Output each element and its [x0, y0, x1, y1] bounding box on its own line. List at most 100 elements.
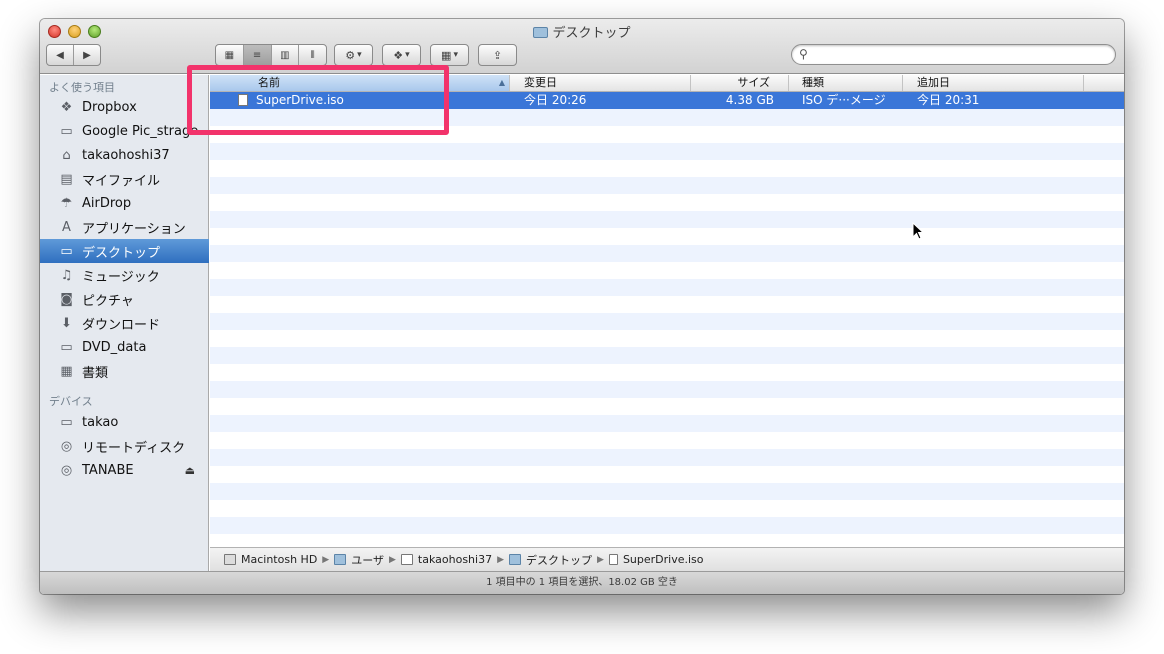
sidebar-item-downloads[interactable]: ⬇ ダウンロード: [40, 311, 209, 335]
column-kind[interactable]: 種類: [789, 75, 903, 91]
empty-row: [210, 194, 1124, 211]
sidebar-item-google-pic[interactable]: ▭ Google Pic_strage: [40, 119, 209, 143]
share-button[interactable]: ⇪: [478, 44, 517, 66]
file-size-cell: 4.38 GB: [725, 93, 774, 107]
path-bar: Macintosh HD ▶ ユーザ ▶ takaohoshi37 ▶ デスクト…: [210, 547, 1124, 571]
sidebar-item-label: Dropbox: [82, 99, 137, 115]
column-view-button[interactable]: ▥: [272, 45, 300, 65]
path-item-desktop[interactable]: デスクトップ: [509, 552, 592, 568]
empty-row: [210, 330, 1124, 347]
empty-row: [210, 228, 1124, 245]
empty-row: [210, 347, 1124, 364]
sidebar-item-label: ピクチャ: [82, 293, 134, 309]
forward-button[interactable]: ▶: [74, 45, 100, 65]
folder-icon: [509, 554, 522, 565]
path-item-home[interactable]: takaohoshi37: [400, 553, 492, 566]
sidebar-item-label: Google Pic_strage: [82, 123, 199, 139]
empty-row: [210, 500, 1124, 517]
path-separator-icon: ▶: [322, 554, 330, 565]
sidebar-item-airdrop[interactable]: ☂ AirDrop: [40, 191, 209, 215]
folder-icon: [533, 27, 549, 38]
sidebar-item-pictures[interactable]: ◙ ピクチャ: [40, 287, 209, 311]
document-icon: [608, 554, 618, 565]
sidebar-item-label: ダウンロード: [82, 317, 161, 333]
sidebar-item-all-my-files[interactable]: ▤ マイファイル: [40, 167, 209, 191]
sidebar-item-dropbox[interactable]: ❖ Dropbox: [40, 95, 209, 119]
empty-row: [210, 177, 1124, 194]
empty-row: [210, 517, 1124, 534]
sidebar-item-applications[interactable]: A アプリケーション: [40, 215, 209, 239]
file-list: 名前 ▲ 変更日 サイズ 種類 追加日 SuperDrive.iso 今日 20…: [210, 75, 1124, 547]
share-icon: ⇪: [492, 48, 503, 62]
folder-icon: [334, 554, 347, 565]
icon-view-button[interactable]: ▦: [216, 45, 244, 65]
chevron-down-icon: ▾: [453, 50, 458, 60]
home-icon: ⌂: [62, 147, 71, 163]
empty-row: [210, 432, 1124, 449]
empty-row: [210, 398, 1124, 415]
favorites-header: よく使う項目: [49, 81, 115, 94]
mouse-pointer-icon: [912, 222, 924, 240]
sidebar-item-music[interactable]: ♫ ミュージック: [40, 263, 209, 287]
column-added[interactable]: 追加日: [903, 75, 1084, 91]
back-forward-control: ◀ ▶: [46, 44, 101, 66]
coverflow-view-button[interactable]: ⦀: [299, 45, 326, 65]
all-files-icon: ▤: [60, 171, 73, 187]
action-menu-button[interactable]: ⚙ ▾: [334, 44, 373, 66]
sidebar-item-label: ミュージック: [82, 269, 160, 285]
column-modified[interactable]: 変更日: [510, 75, 691, 91]
search-input[interactable]: ⚲: [791, 44, 1116, 65]
sidebar-item-label: DVD_data: [82, 339, 147, 355]
empty-row: [210, 381, 1124, 398]
path-item-macintosh-hd[interactable]: Macintosh HD: [224, 553, 317, 566]
sidebar-item-desktop[interactable]: ▭ デスクトップ: [40, 239, 209, 263]
empty-row: [210, 483, 1124, 500]
empty-row: [210, 313, 1124, 330]
sidebar-item-remote-disc[interactable]: ◎ リモートディスク: [40, 434, 209, 458]
empty-row: [210, 143, 1124, 160]
list-view-button[interactable]: ≡: [243, 45, 272, 65]
window-title: デスクトップ: [40, 22, 1124, 41]
home-icon: [400, 554, 413, 565]
arrange-menu-button[interactable]: ▦ ▾: [430, 44, 469, 66]
empty-row: [210, 262, 1124, 279]
desktop-icon: ▭: [60, 243, 73, 259]
airdrop-icon: ☂: [60, 195, 73, 211]
dropbox-icon: ❖: [60, 99, 73, 115]
empty-row: [210, 211, 1124, 228]
annotation-highlight-box: [187, 65, 449, 135]
hard-drive-icon: [224, 554, 236, 565]
empty-row: [210, 449, 1124, 466]
sidebar-item-documents[interactable]: ▦ 書類: [40, 359, 209, 383]
sidebar-item-tanabe[interactable]: ◎ TANABE ⏏: [40, 458, 209, 482]
path-item-users[interactable]: ユーザ: [334, 552, 384, 568]
empty-row: [210, 466, 1124, 483]
back-button[interactable]: ◀: [47, 45, 74, 65]
camera-icon: ◙: [60, 291, 73, 307]
laptop-icon: ▭: [60, 414, 73, 430]
sidebar-item-label: takaohoshi37: [82, 147, 170, 163]
chevron-down-icon: ▾: [405, 50, 410, 60]
empty-row: [210, 279, 1124, 296]
empty-row: [210, 245, 1124, 262]
sidebar-item-home[interactable]: ⌂ takaohoshi37: [40, 143, 209, 167]
sidebar-item-label: takao: [82, 414, 119, 430]
dropbox-menu-button[interactable]: ❖ ▾: [382, 44, 421, 66]
sidebar-item-label: リモートディスク: [82, 440, 186, 456]
empty-row: [210, 364, 1124, 381]
devices-header: デバイス: [49, 395, 93, 408]
sidebar-item-label: デスクトップ: [82, 245, 161, 261]
file-modified-cell: 今日 20:26: [524, 93, 587, 107]
empty-row: [210, 534, 1124, 547]
folder-icon: ▭: [60, 339, 73, 355]
download-icon: ⬇: [61, 315, 72, 331]
eject-icon[interactable]: ⏏: [185, 464, 195, 477]
sidebar-item-takao[interactable]: ▭ takao: [40, 410, 209, 434]
empty-row: [210, 160, 1124, 177]
status-bar: 1 項目中の 1 項目を選択、18.02 GB 空き: [40, 571, 1124, 594]
column-size[interactable]: サイズ: [691, 75, 789, 91]
sidebar-item-label: 書類: [82, 365, 109, 381]
path-item-file[interactable]: SuperDrive.iso: [608, 553, 704, 566]
documents-icon: ▦: [60, 363, 73, 379]
sidebar-item-dvd-data[interactable]: ▭ DVD_data: [40, 335, 209, 359]
